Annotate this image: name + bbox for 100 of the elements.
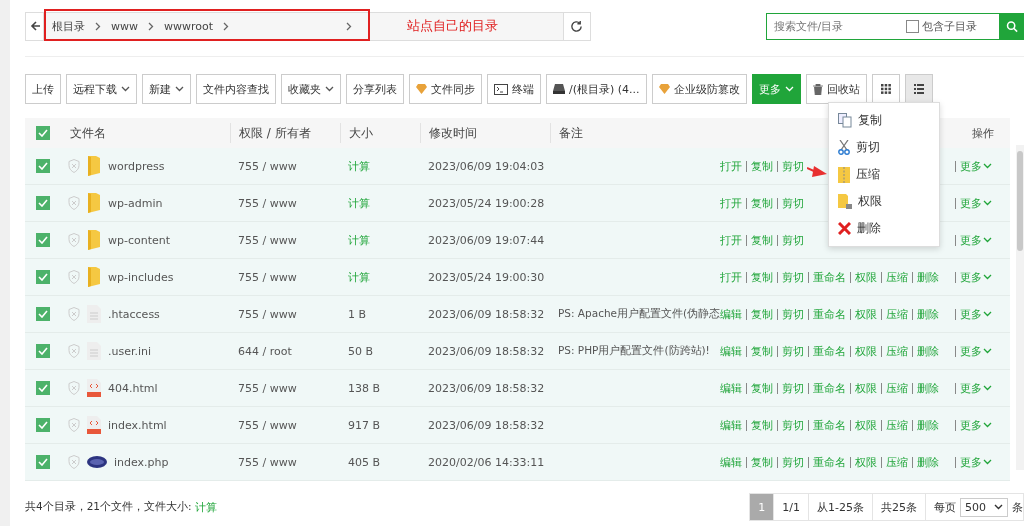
checkbox[interactable] xyxy=(35,270,50,284)
back-button[interactable] xyxy=(26,12,44,40)
search-field[interactable]: 搜索文件/目录 包含子目录 xyxy=(765,12,1000,40)
action-link[interactable]: 删除 xyxy=(917,454,939,470)
action-link[interactable]: 剪切 xyxy=(782,306,804,322)
toolbar-button[interactable]: /(根目录) (4... xyxy=(546,74,647,104)
shield-icon[interactable] xyxy=(68,159,80,173)
action-link[interactable]: 打开 xyxy=(720,232,742,248)
action-link[interactable]: 压缩 xyxy=(886,454,908,470)
checkbox[interactable] xyxy=(35,418,50,432)
shield-icon[interactable] xyxy=(68,270,80,284)
action-link[interactable]: 编辑 xyxy=(720,380,742,396)
more-dropdown-link[interactable]: 更多 xyxy=(960,343,992,359)
action-link[interactable]: 权限 xyxy=(855,269,877,285)
checkbox[interactable] xyxy=(35,344,50,358)
toolbar-button[interactable]: 分享列表 xyxy=(346,74,404,104)
action-link[interactable]: 打开 xyxy=(720,158,742,174)
shield-icon[interactable] xyxy=(68,418,80,432)
checkbox[interactable] xyxy=(35,381,50,395)
action-link[interactable]: 权限 xyxy=(855,343,877,359)
action-link[interactable]: 复制 xyxy=(751,306,773,322)
action-link[interactable]: 剪切 xyxy=(782,343,804,359)
shield-icon[interactable] xyxy=(68,307,80,321)
action-link[interactable]: 删除 xyxy=(917,306,939,322)
action-link[interactable]: 压缩 xyxy=(886,343,908,359)
action-link[interactable]: 编辑 xyxy=(720,454,742,470)
more-dropdown-link[interactable]: 更多 xyxy=(960,380,992,396)
more-dropdown-link[interactable]: 更多 xyxy=(960,158,992,174)
shield-icon[interactable] xyxy=(68,196,80,210)
action-link[interactable]: 剪切 xyxy=(782,195,804,211)
action-link[interactable]: 复制 xyxy=(751,417,773,433)
table-cell[interactable]: 计算 xyxy=(348,196,370,210)
action-link[interactable]: 重命名 xyxy=(813,343,846,359)
action-link[interactable]: 压缩 xyxy=(886,269,908,285)
action-link[interactable]: 复制 xyxy=(751,232,773,248)
file-name[interactable]: .user.ini xyxy=(108,344,152,358)
calculate-link[interactable]: 计算 xyxy=(194,499,217,515)
toolbar-button[interactable]: 企业级防篡改 xyxy=(651,74,747,104)
action-link[interactable]: 剪切 xyxy=(782,158,804,174)
file-name[interactable]: .htaccess xyxy=(108,307,160,321)
checkbox[interactable] xyxy=(35,233,50,247)
action-link[interactable]: 重命名 xyxy=(813,306,846,322)
action-link[interactable]: 编辑 xyxy=(720,306,742,322)
file-row[interactable]: .htaccess 755 / www 1 B 2023/06/09 18:58:32 PS: Apache用户配置文件(伪静态编辑 复制 剪切 重命名 权限 压缩 删除 更多 xyxy=(25,296,1010,333)
shield-icon[interactable] xyxy=(68,455,80,469)
toolbar-button[interactable]: 文件内容查找 xyxy=(196,74,276,104)
table-cell[interactable]: 计算 xyxy=(348,233,370,247)
action-link[interactable]: 复制 xyxy=(751,269,773,285)
action-link[interactable]: 剪切 xyxy=(782,269,804,285)
action-link[interactable]: 删除 xyxy=(917,269,939,285)
action-link[interactable]: 权限 xyxy=(855,417,877,433)
action-link[interactable]: 删除 xyxy=(917,343,939,359)
action-link[interactable]: 重命名 xyxy=(813,380,846,396)
toolbar-button[interactable]: 新建 xyxy=(142,74,191,104)
file-name[interactable]: wp-content xyxy=(108,233,171,247)
table-cell[interactable]: 计算 xyxy=(348,159,370,173)
toolbar-button[interactable]: 回收站 xyxy=(805,74,867,104)
checkbox[interactable] xyxy=(35,307,50,321)
view-toggle-button[interactable] xyxy=(904,74,933,104)
more-dropdown-link[interactable]: 更多 xyxy=(960,417,992,433)
action-link[interactable]: 编辑 xyxy=(720,417,742,433)
toolbar-button[interactable]: 远程下载 xyxy=(66,74,137,104)
action-link[interactable]: 压缩 xyxy=(886,306,908,322)
more-dropdown-link[interactable]: 更多 xyxy=(960,306,992,322)
file-name[interactable]: wp-includes xyxy=(108,270,174,284)
more-dropdown-link[interactable]: 更多 xyxy=(960,195,992,211)
action-link[interactable]: 复制 xyxy=(751,158,773,174)
shield-icon[interactable] xyxy=(68,344,80,358)
refresh-button[interactable] xyxy=(562,12,590,40)
checkbox[interactable] xyxy=(35,159,50,173)
action-link[interactable]: 重命名 xyxy=(813,454,846,470)
action-link[interactable]: 权限 xyxy=(855,306,877,322)
file-row[interactable]: 404.html 755 / www 138 B 2023/06/09 18:58:32 编辑 复制 剪切 重命名 权限 压缩 删除 更多 xyxy=(25,370,1010,407)
breadcrumb-item[interactable]: 根目录 xyxy=(52,18,85,34)
breadcrumb-item[interactable]: www xyxy=(111,19,138,33)
action-link[interactable]: 压缩 xyxy=(886,417,908,433)
action-link[interactable]: 权限 xyxy=(855,454,877,470)
per-page-select[interactable]: 500 xyxy=(960,497,1008,517)
page-button[interactable]: 1 xyxy=(750,494,775,520)
action-link[interactable]: 剪切 xyxy=(782,417,804,433)
action-link[interactable]: 编辑 xyxy=(720,343,742,359)
action-link[interactable]: 复制 xyxy=(751,195,773,211)
action-link[interactable]: 删除 xyxy=(917,380,939,396)
file-row[interactable]: index.html 755 / www 917 B 2023/06/09 18:58:32 编辑 复制 剪切 重命名 权限 压缩 删除 更多 xyxy=(25,407,1010,444)
toolbar-button[interactable]: 文件同步 xyxy=(409,74,482,104)
toolbar-button[interactable]: 上传 xyxy=(25,74,61,104)
action-link[interactable]: 打开 xyxy=(720,269,742,285)
checkbox[interactable] xyxy=(905,19,919,33)
action-link[interactable]: 重命名 xyxy=(813,417,846,433)
action-link[interactable]: 复制 xyxy=(751,454,773,470)
action-link[interactable]: 打开 xyxy=(720,195,742,211)
action-link[interactable]: 复制 xyxy=(751,380,773,396)
checkbox[interactable] xyxy=(35,196,50,210)
toolbar-button[interactable]: 更多 xyxy=(751,74,801,104)
file-row[interactable]: wp-includes 755 / www 计算 2023/05/24 19:00:30 打开 复制 剪切 重命名 权限 压缩 删除 更多 xyxy=(25,259,1010,296)
action-link[interactable]: 剪切 xyxy=(782,454,804,470)
menu-item[interactable]: 复制 xyxy=(829,107,939,134)
more-dropdown-link[interactable]: 更多 xyxy=(960,269,992,285)
more-dropdown-link[interactable]: 更多 xyxy=(960,454,992,470)
action-link[interactable]: 压缩 xyxy=(886,380,908,396)
